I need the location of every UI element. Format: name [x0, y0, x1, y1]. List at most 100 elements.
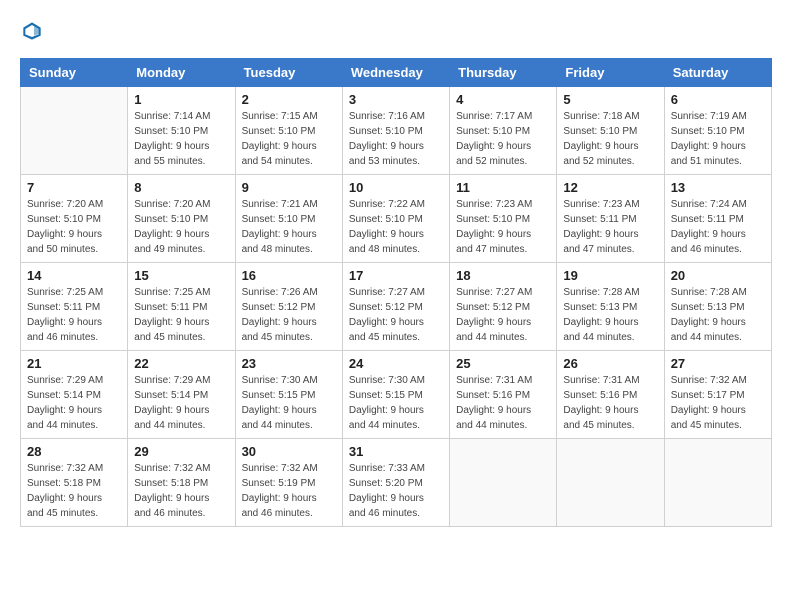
calendar-cell: 13 Sunrise: 7:24 AMSunset: 5:11 PMDayligh…: [664, 174, 771, 262]
day-info: Sunrise: 7:29 AMSunset: 5:14 PMDaylight:…: [134, 373, 228, 433]
day-info: Sunrise: 7:32 AMSunset: 5:18 PMDaylight:…: [134, 461, 228, 521]
calendar-cell: 12 Sunrise: 7:23 AMSunset: 5:11 PMDayligh…: [557, 174, 664, 262]
day-info: Sunrise: 7:28 AMSunset: 5:13 PMDaylight:…: [563, 285, 657, 345]
calendar-header-monday: Monday: [128, 58, 235, 86]
day-info: Sunrise: 7:25 AMSunset: 5:11 PMDaylight:…: [27, 285, 121, 345]
day-number: 18: [456, 268, 550, 283]
calendar-header-row: SundayMondayTuesdayWednesdayThursdayFrid…: [21, 58, 772, 86]
calendar-cell: [21, 86, 128, 174]
day-number: 19: [563, 268, 657, 283]
calendar-cell: 15Sunrise: 7:25 AMSunset: 5:11 PMDayligh…: [128, 262, 235, 350]
day-info: Sunrise: 7:14 AMSunset: 5:10 PMDaylight:…: [134, 109, 228, 169]
day-info: Sunrise: 7:29 AMSunset: 5:14 PMDaylight:…: [27, 373, 121, 433]
day-number: 1: [134, 92, 228, 107]
calendar-cell: 17 Sunrise: 7:27 AMSunset: 5:12 PMDayligh…: [342, 262, 449, 350]
day-number: 20: [671, 268, 765, 283]
calendar-cell: 9Sunrise: 7:21 AMSunset: 5:10 PMDaylight…: [235, 174, 342, 262]
day-info: Sunrise: 7:31 AMSunset: 5:16 PMDaylight:…: [563, 373, 657, 433]
day-info: Sunrise: 7:32 AMSunset: 5:18 PMDaylight:…: [27, 461, 121, 521]
day-info: Sunrise: 7:19 AMSunset: 5:10 PMDaylight:…: [671, 109, 765, 169]
calendar-cell: 20 Sunrise: 7:28 AMSunset: 5:13 PMDayligh…: [664, 262, 771, 350]
day-number: 8: [134, 180, 228, 195]
calendar-cell: 8 Sunrise: 7:20 AMSunset: 5:10 PMDaylight…: [128, 174, 235, 262]
day-number: 31: [349, 444, 443, 459]
calendar-cell: 31 Sunrise: 7:33 AMSunset: 5:20 PMDayligh…: [342, 438, 449, 526]
day-number: 13: [671, 180, 765, 195]
calendar-cell: 7Sunrise: 7:20 AMSunset: 5:10 PMDaylight…: [21, 174, 128, 262]
calendar-cell: 5 Sunrise: 7:18 AMSunset: 5:10 PMDaylight…: [557, 86, 664, 174]
calendar-header-tuesday: Tuesday: [235, 58, 342, 86]
calendar-cell: 25 Sunrise: 7:31 AMSunset: 5:16 PMDayligh…: [450, 350, 557, 438]
calendar-cell: 22 Sunrise: 7:29 AMSunset: 5:14 PMDayligh…: [128, 350, 235, 438]
day-number: 29: [134, 444, 228, 459]
day-number: 17: [349, 268, 443, 283]
day-number: 26: [563, 356, 657, 371]
day-number: 5: [563, 92, 657, 107]
day-info: Sunrise: 7:33 AMSunset: 5:20 PMDaylight:…: [349, 461, 443, 521]
calendar-cell: 18 Sunrise: 7:27 AMSunset: 5:12 PMDayligh…: [450, 262, 557, 350]
day-info: Sunrise: 7:30 AMSunset: 5:15 PMDaylight:…: [349, 373, 443, 433]
calendar-cell: 26 Sunrise: 7:31 AMSunset: 5:16 PMDayligh…: [557, 350, 664, 438]
day-info: Sunrise: 7:24 AMSunset: 5:11 PMDaylight:…: [671, 197, 765, 257]
calendar-cell: 4Sunrise: 7:17 AMSunset: 5:10 PMDaylight…: [450, 86, 557, 174]
calendar-cell: 10 Sunrise: 7:22 AMSunset: 5:10 PMDayligh…: [342, 174, 449, 262]
day-info: Sunrise: 7:32 AMSunset: 5:17 PMDaylight:…: [671, 373, 765, 433]
calendar-cell: [557, 438, 664, 526]
calendar-cell: 2 Sunrise: 7:15 AMSunset: 5:10 PMDaylight…: [235, 86, 342, 174]
day-number: 25: [456, 356, 550, 371]
day-number: 12: [563, 180, 657, 195]
calendar-header-sunday: Sunday: [21, 58, 128, 86]
day-number: 3: [349, 92, 443, 107]
calendar-cell: 30 Sunrise: 7:32 AMSunset: 5:19 PMDayligh…: [235, 438, 342, 526]
day-number: 24: [349, 356, 443, 371]
calendar-cell: [664, 438, 771, 526]
calendar-cell: [450, 438, 557, 526]
day-info: Sunrise: 7:22 AMSunset: 5:10 PMDaylight:…: [349, 197, 443, 257]
calendar-cell: 16Sunrise: 7:26 AMSunset: 5:12 PMDayligh…: [235, 262, 342, 350]
day-info: Sunrise: 7:32 AMSunset: 5:19 PMDaylight:…: [242, 461, 336, 521]
calendar-cell: 11 Sunrise: 7:23 AMSunset: 5:10 PMDayligh…: [450, 174, 557, 262]
day-info: Sunrise: 7:23 AMSunset: 5:10 PMDaylight:…: [456, 197, 550, 257]
calendar-week-1: 1 Sunrise: 7:14 AMSunset: 5:10 PMDaylight…: [21, 86, 772, 174]
day-number: 27: [671, 356, 765, 371]
day-info: Sunrise: 7:15 AMSunset: 5:10 PMDaylight:…: [242, 109, 336, 169]
day-number: 15: [134, 268, 228, 283]
day-number: 14: [27, 268, 121, 283]
calendar-week-3: 14 Sunrise: 7:25 AMSunset: 5:11 PMDayligh…: [21, 262, 772, 350]
calendar-cell: 19 Sunrise: 7:28 AMSunset: 5:13 PMDayligh…: [557, 262, 664, 350]
calendar-cell: 6 Sunrise: 7:19 AMSunset: 5:10 PMDaylight…: [664, 86, 771, 174]
day-info: Sunrise: 7:31 AMSunset: 5:16 PMDaylight:…: [456, 373, 550, 433]
day-number: 22: [134, 356, 228, 371]
calendar-header-wednesday: Wednesday: [342, 58, 449, 86]
day-number: 28: [27, 444, 121, 459]
day-info: Sunrise: 7:28 AMSunset: 5:13 PMDaylight:…: [671, 285, 765, 345]
calendar-cell: 14 Sunrise: 7:25 AMSunset: 5:11 PMDayligh…: [21, 262, 128, 350]
calendar-week-5: 28 Sunrise: 7:32 AMSunset: 5:18 PMDayligh…: [21, 438, 772, 526]
day-info: Sunrise: 7:26 AMSunset: 5:12 PMDaylight:…: [242, 285, 336, 345]
day-info: Sunrise: 7:30 AMSunset: 5:15 PMDaylight:…: [242, 373, 336, 433]
day-info: Sunrise: 7:27 AMSunset: 5:12 PMDaylight:…: [456, 285, 550, 345]
day-info: Sunrise: 7:16 AMSunset: 5:10 PMDaylight:…: [349, 109, 443, 169]
calendar-week-2: 7Sunrise: 7:20 AMSunset: 5:10 PMDaylight…: [21, 174, 772, 262]
calendar-cell: 29 Sunrise: 7:32 AMSunset: 5:18 PMDayligh…: [128, 438, 235, 526]
calendar-header-thursday: Thursday: [450, 58, 557, 86]
logo: [20, 20, 42, 42]
day-info: Sunrise: 7:27 AMSunset: 5:12 PMDaylight:…: [349, 285, 443, 345]
calendar-cell: 1 Sunrise: 7:14 AMSunset: 5:10 PMDaylight…: [128, 86, 235, 174]
day-number: 11: [456, 180, 550, 195]
page-header: [20, 20, 772, 42]
day-number: 4: [456, 92, 550, 107]
day-number: 6: [671, 92, 765, 107]
day-number: 10: [349, 180, 443, 195]
logo-icon: [22, 21, 42, 41]
day-info: Sunrise: 7:23 AMSunset: 5:11 PMDaylight:…: [563, 197, 657, 257]
day-number: 2: [242, 92, 336, 107]
day-number: 30: [242, 444, 336, 459]
day-info: Sunrise: 7:18 AMSunset: 5:10 PMDaylight:…: [563, 109, 657, 169]
calendar-cell: 23Sunrise: 7:30 AMSunset: 5:15 PMDayligh…: [235, 350, 342, 438]
calendar-cell: 21Sunrise: 7:29 AMSunset: 5:14 PMDayligh…: [21, 350, 128, 438]
calendar-cell: 24 Sunrise: 7:30 AMSunset: 5:15 PMDayligh…: [342, 350, 449, 438]
calendar-week-4: 21Sunrise: 7:29 AMSunset: 5:14 PMDayligh…: [21, 350, 772, 438]
day-info: Sunrise: 7:20 AMSunset: 5:10 PMDaylight:…: [134, 197, 228, 257]
calendar-cell: 3 Sunrise: 7:16 AMSunset: 5:10 PMDaylight…: [342, 86, 449, 174]
